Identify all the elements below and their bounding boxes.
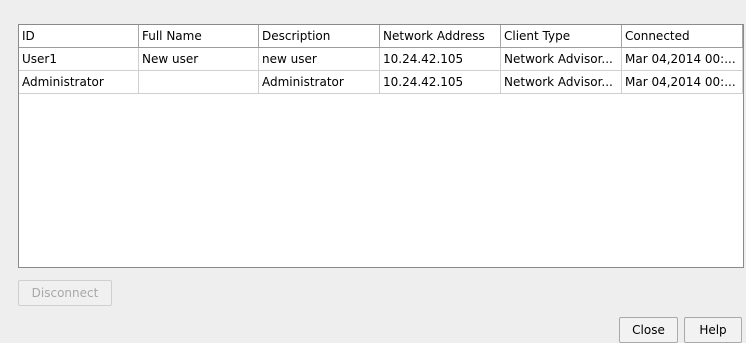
cell-network-address: 10.24.42.105: [380, 48, 501, 70]
disconnect-button[interactable]: Disconnect: [18, 280, 112, 306]
cell-network-address: 10.24.42.105: [380, 71, 501, 93]
cell-connected: Mar 04,2014 00:...: [622, 48, 743, 70]
cell-id: User1: [19, 48, 139, 70]
column-header-client-type[interactable]: Client Type: [501, 25, 622, 47]
sessions-table: ID Full Name Description Network Address…: [18, 24, 744, 268]
cell-client-type: Network Advisor...: [501, 48, 622, 70]
table-row[interactable]: Administrator Administrator 10.24.42.105…: [19, 71, 743, 94]
column-header-network-address[interactable]: Network Address: [380, 25, 501, 47]
cell-client-type: Network Advisor...: [501, 71, 622, 93]
cell-full-name: New user: [139, 48, 259, 70]
cell-description: Administrator: [259, 71, 380, 93]
help-button[interactable]: Help: [684, 317, 742, 343]
column-header-id[interactable]: ID: [19, 25, 139, 47]
cell-full-name: [139, 71, 259, 93]
cell-id: Administrator: [19, 71, 139, 93]
column-header-full-name[interactable]: Full Name: [139, 25, 259, 47]
cell-connected: Mar 04,2014 00:...: [622, 71, 743, 93]
column-header-connected[interactable]: Connected: [622, 25, 743, 47]
table-row[interactable]: User1 New user new user 10.24.42.105 Net…: [19, 48, 743, 71]
column-header-description[interactable]: Description: [259, 25, 380, 47]
close-button[interactable]: Close: [619, 317, 678, 343]
cell-description: new user: [259, 48, 380, 70]
table-header: ID Full Name Description Network Address…: [19, 25, 743, 48]
